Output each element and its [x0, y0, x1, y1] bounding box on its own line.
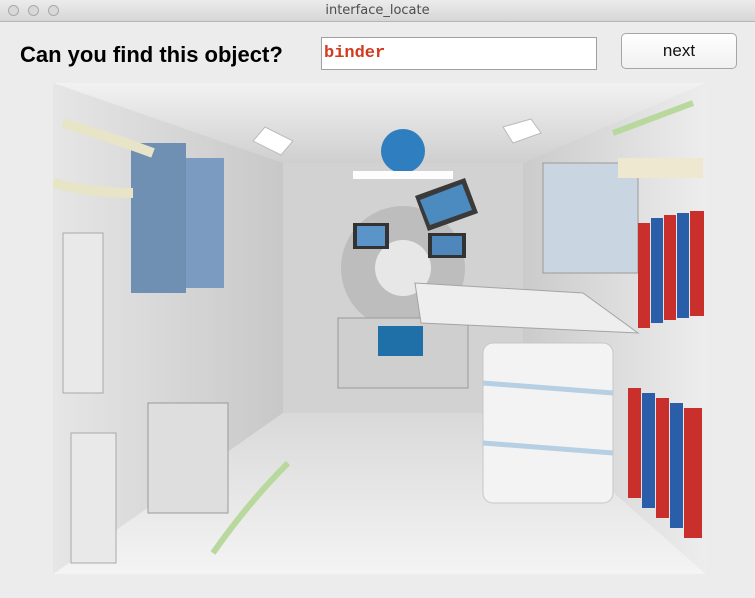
- target-object-field[interactable]: [321, 37, 597, 70]
- question-label: Can you find this object?: [20, 42, 283, 67]
- window-titlebar: interface_locate: [0, 0, 755, 22]
- scene-image[interactable]: [53, 83, 706, 574]
- window-title: interface_locate: [325, 3, 430, 18]
- next-button[interactable]: next: [621, 33, 737, 69]
- binders-upper: [638, 211, 704, 328]
- space-station-interior-illustration: [53, 83, 706, 574]
